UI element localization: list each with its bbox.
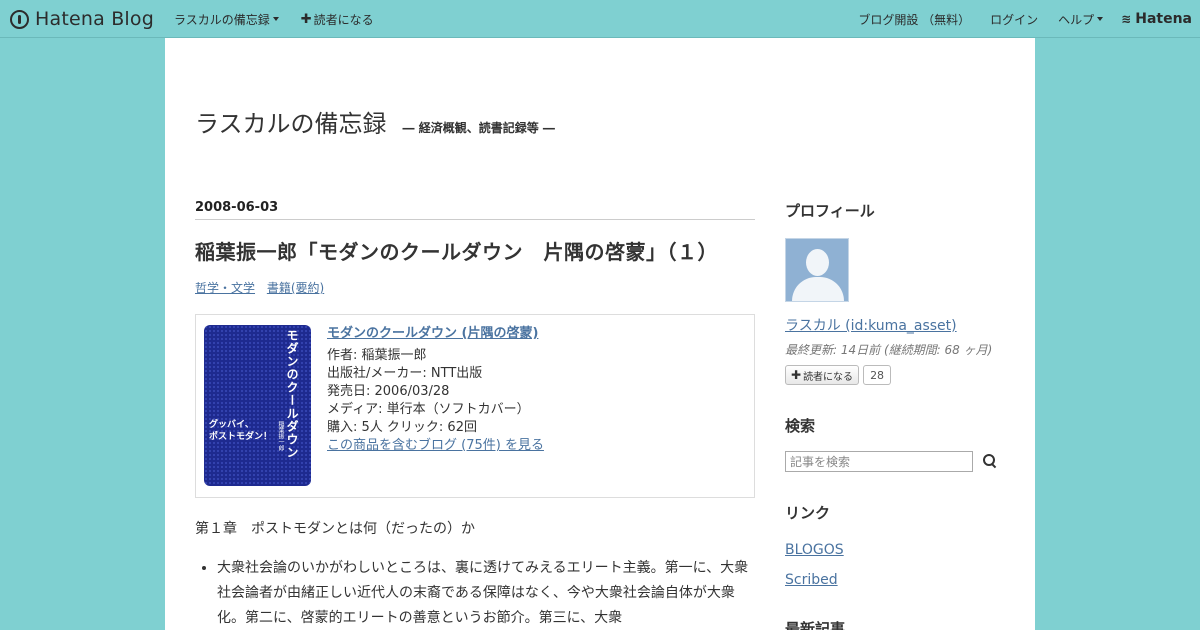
amazon-author: 作者: 稲葉振一郎 [327,348,427,363]
login-link[interactable]: ログイン [990,11,1038,28]
entry-chapter-heading: 第１章 ポストモダンとは何（だったの）か [195,521,475,537]
search-module: 検索 [785,415,1015,472]
entry-date[interactable]: 2008-06-03 [195,200,755,220]
header-subscribe-button[interactable]: ✚ 読者になる [301,11,374,28]
plus-icon: ✚ [791,368,802,382]
blog-menu-dropdown[interactable]: ラスカルの備忘録 [174,11,279,28]
create-blog-link[interactable]: ブログ開設 （無料） [858,11,970,28]
amazon-publisher: 出版社/メーカー: NTT出版 [327,366,483,381]
amazon-related-blogs-link[interactable]: この商品を含むブログ (75件) を見る [327,438,544,453]
content-panel: ラスカルの備忘録 ― 経済概観、読書記録等 ― 2008-06-03 稲葉振一郎… [165,38,1035,630]
header-right: ブログ開設 （無料） ログイン ヘルプ ≋ Hatena [838,0,1192,38]
subscribe-widget: ✚ 読者になる 28 [785,365,1015,385]
amazon-product-info: モダンのクールダウン (片隅の啓蒙) 作者: 稲葉振一郎 出版社/メーカー: N… [327,325,544,487]
blog-menu-label: ラスカルの備忘録 [174,12,270,27]
book-cover-tagline: グッバイ、 ポストモダン！ [209,419,272,443]
amazon-product-title-link[interactable]: モダンのクールダウン (片隅の啓蒙) [327,325,544,343]
book-cover-fine-print [209,447,304,453]
list-item: 大衆社会論のいかがわしいところは、裏に透けてみえるエリート主義。第一に、大衆社会… [217,556,755,630]
links-title: リンク [785,504,831,522]
header-menu: ラスカルの備忘録 ✚ 読者になる [174,11,396,28]
recent-entries-module: 最新記事 [785,618,1015,630]
category-link[interactable]: 哲学・文学 [195,281,255,295]
links-module: リンク BLOGOS Scribed [785,502,1015,588]
hatena-logo-icon: ≋ [1121,12,1132,26]
blog-description: ― 経済概観、読書記録等 ― [402,121,555,135]
book-tagline-1: グッバイ、 [209,420,254,430]
sidebar: プロフィール ラスカル (id:kuma_asset) 最終更新: 14日前 (… [785,200,1015,630]
header-subscribe-label: 読者になる [313,12,374,27]
chevron-down-icon [1097,17,1104,21]
amazon-purchase-stats: 購入: 5人 クリック: 62回 [327,420,477,435]
help-label: ヘルプ [1058,12,1095,27]
entry-bullet-list: 大衆社会論のいかがわしいところは、裏に透けてみえるエリート主義。第一に、大衆社会… [195,556,755,630]
subscribe-button[interactable]: ✚ 読者になる [785,365,860,385]
avatar-body-shape [792,277,844,301]
hatena-blog-logo-icon [10,9,29,29]
plus-icon: ✚ [300,11,312,27]
book-cover-title: モダンのクールダウン [285,329,299,459]
search-icon[interactable] [983,453,999,470]
hatena-brand-text: Hatena [1135,11,1192,27]
category-link[interactable]: 書籍(要約) [267,281,324,295]
book-tagline-2: ポストモダン！ [209,432,273,442]
entry: 2008-06-03 稲葉振一郎「モダンのクールダウン 片隅の啓蒙」（１） 哲学… [195,200,755,630]
logo-text: Hatena Blog [35,8,154,30]
avatar[interactable] [785,238,849,302]
link-blogos[interactable]: BLOGOS [785,542,1015,558]
search-title: 検索 [785,417,816,435]
subscribe-label: 読者になる [803,371,854,383]
hatena-blog-logo[interactable]: Hatena Blog [10,8,154,30]
avatar-head-shape [806,249,829,276]
profile-title: プロフィール [785,202,875,220]
search-input[interactable] [785,451,973,472]
chevron-down-icon [272,17,279,21]
subscriber-count[interactable]: 28 [863,365,892,385]
profile-module: プロフィール ラスカル (id:kuma_asset) 最終更新: 14日前 (… [785,200,1015,385]
global-header: Hatena Blog ラスカルの備忘録 ✚ 読者になる ブログ開設 （無料） … [0,0,1200,38]
book-cover-image[interactable]: モダンのクールダウン 稲葉振一郎 グッバイ、 ポストモダン！ [204,325,311,486]
help-dropdown[interactable]: ヘルプ [1058,11,1104,28]
recent-entries-title: 最新記事 [785,620,846,630]
blog-title[interactable]: ラスカルの備忘録 [195,104,387,139]
amazon-media: メディア: 単行本（ソフトカバー） [327,402,530,417]
profile-name-link[interactable]: ラスカル (id:kuma_asset) [785,315,1015,335]
search-row [785,451,1015,472]
link-scribed[interactable]: Scribed [785,572,1015,588]
entry-categories: 哲学・文学 書籍(要約) [195,279,755,296]
header-left: Hatena Blog ラスカルの備忘録 ✚ 読者になる [10,0,396,38]
blog-title-area: ラスカルの備忘録 ― 経済概観、読書記録等 ― [195,104,555,139]
profile-meta: 最終更新: 14日前 (継続期間: 68 ヶ月) [785,343,993,357]
amazon-release-date: 発売日: 2006/03/28 [327,384,450,399]
amazon-product-box: モダンのクールダウン 稲葉振一郎 グッバイ、 ポストモダン！ モダンのクールダウ… [195,314,755,498]
hatena-brand-logo[interactable]: ≋ Hatena [1121,11,1192,27]
entry-title[interactable]: 稲葉振一郎「モダンのクールダウン 片隅の啓蒙」（１） [195,236,755,265]
